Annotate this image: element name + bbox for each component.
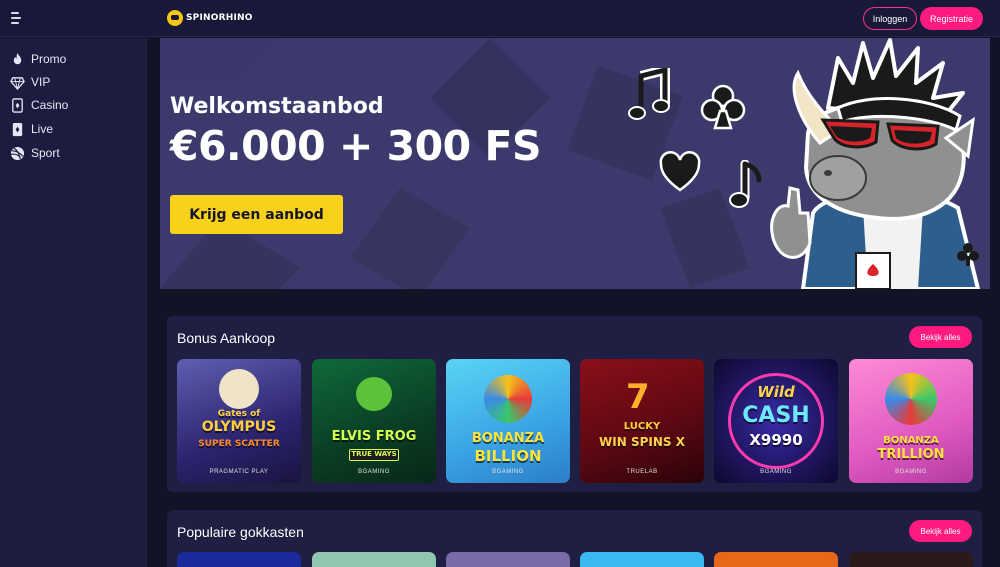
diamond-icon <box>10 76 25 90</box>
register-button[interactable]: Registratie <box>920 7 983 30</box>
section-title: Bonus Aankoop <box>177 330 276 346</box>
logo-text: SPINORHINO <box>186 13 253 23</box>
sidebar-item-label: Live <box>31 122 54 136</box>
heart-icon <box>659 151 701 192</box>
ball-icon <box>10 146 25 160</box>
banner-subtitle: Welkomstaanbod <box>170 94 384 119</box>
logo[interactable]: SPINORHINO <box>167 10 253 26</box>
club-icon <box>700 84 746 130</box>
game-tile-wild-cash[interactable]: Wild CASH X9990 BGAMING <box>714 359 838 483</box>
menu-icon[interactable] <box>11 12 25 24</box>
frog-figure <box>356 377 392 411</box>
music-note-icon <box>729 160 762 208</box>
game-tile[interactable] <box>446 552 570 567</box>
sidebar-item-casino[interactable]: Casino <box>10 96 68 114</box>
live-card-icon <box>12 122 23 136</box>
sidebar: Promo VIP Casino Live Sport <box>0 38 147 567</box>
see-all-button[interactable]: Bekijk alles <box>909 326 972 348</box>
banner-title: €6.000 + 300 FS <box>170 122 542 170</box>
game-tile[interactable] <box>849 552 973 567</box>
sidebar-item-label: Casino <box>31 98 69 112</box>
section-bonus-aankoop: Bonus Aankoop Bekijk alles Gates of OLYM… <box>167 316 982 492</box>
music-note-icon <box>628 68 670 120</box>
game-tile[interactable] <box>312 552 436 567</box>
claim-offer-button[interactable]: Krijg een aanbod <box>170 195 343 234</box>
sidebar-item-vip[interactable]: VIP <box>10 73 50 91</box>
promo-banner[interactable]: Welkomstaanbod €6.000 + 300 FS Krijg een… <box>160 38 990 289</box>
top-bar: SPINORHINO Inloggen Registratie <box>0 0 1000 37</box>
sidebar-item-promo[interactable]: Promo <box>10 50 66 68</box>
see-all-button[interactable]: Bekijk alles <box>909 520 972 542</box>
game-tile[interactable] <box>714 552 838 567</box>
zeus-figure <box>219 369 259 409</box>
game-tile[interactable] <box>177 552 301 567</box>
game-tile-elvis-frog[interactable]: ELVIS FROG TRUE WAYS BGAMING <box>312 359 436 483</box>
sidebar-item-label: Promo <box>31 52 67 66</box>
game-tile-gates-of-olympus[interactable]: Gates of OLYMPUS SUPER SCATTER PRAGMATIC… <box>177 359 301 483</box>
card-icon <box>12 97 23 113</box>
clover-figure <box>885 373 937 425</box>
sidebar-item-live[interactable]: Live <box>10 120 53 138</box>
game-tile-bonanza-trillion[interactable]: BONANZA TRILLION BGAMING <box>849 359 973 483</box>
clover-figure <box>484 375 532 423</box>
flame-icon <box>13 52 22 64</box>
login-button[interactable]: Inloggen <box>863 7 917 30</box>
rhino-logo-icon <box>167 10 183 26</box>
rhino-mascot-image <box>770 38 981 289</box>
sidebar-item-label: Sport <box>31 146 60 160</box>
section-title: Populaire gokkasten <box>177 524 304 540</box>
sidebar-item-label: VIP <box>31 75 51 89</box>
game-tile[interactable] <box>580 552 704 567</box>
sidebar-item-sport[interactable]: Sport <box>10 144 60 162</box>
game-tile-bonanza-billion[interactable]: BONANZA BILLION BGAMING <box>446 359 570 483</box>
seven-symbol: 7 <box>626 377 650 417</box>
game-tile-lucky-win-spins[interactable]: 7 LUCKY WIN SPINS X TRUELAB <box>580 359 704 483</box>
